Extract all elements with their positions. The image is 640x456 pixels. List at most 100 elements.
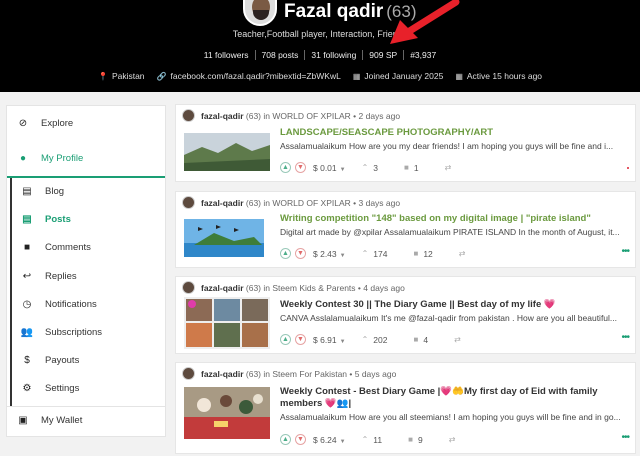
post-footer: ▲ ▼ $ 2.43 ▼ ⌃ 174 ■ 12 ⇄ [280,248,471,259]
rank: #3,937 [410,50,437,60]
comments-count[interactable]: 12 [423,249,432,259]
resteem-icon[interactable]: ⇄ [454,335,461,344]
profile-stats: 11 followers 708 posts 31 following 909 … [0,50,640,60]
more-options-icon[interactable]: ••• [621,246,629,257]
post-thumbnail[interactable] [184,387,270,439]
post-card[interactable]: fazal-qadir (63) in Steem Kids & Parents… [175,276,636,354]
downvote-button[interactable]: ▼ [295,162,306,173]
chevron-down-icon: ▼ [339,252,346,259]
followers-link[interactable]: 11 followers [198,50,256,60]
sidebar-item-settings[interactable]: ⚙ Settings [21,378,179,398]
website-link[interactable]: facebook.com/fazal.qadir?mibextid=ZbWKwL [171,71,341,81]
downvote-button[interactable]: ▼ [295,248,306,259]
votes-count[interactable]: 174 [373,249,387,259]
upvote-button[interactable]: ▲ [280,162,291,173]
sidebar-item-label: Settings [45,382,80,394]
sidebar-item-blog[interactable]: ▤ Blog [21,181,179,201]
post-card[interactable]: fazal-qadir (63) in Steem For Pakistan •… [175,362,636,454]
author-avatar[interactable] [182,367,195,380]
post-title[interactable]: LANDSCAPE/SEASCAPE PHOTOGRAPHY/ART [280,127,630,139]
sidebar-item-notifications[interactable]: ◷ Notifications [21,294,179,314]
post-excerpt[interactable]: CANVA Asslalamualaikum It's me @fazal-qa… [280,313,632,323]
sidebar-item-label: Payouts [45,354,80,366]
reply-icon: ↩ [22,270,32,282]
in-label: in [263,110,271,121]
sidebar-item-my-profile[interactable]: ● My Profile [17,148,175,168]
post-excerpt[interactable]: Digital art made by @xpilar Assalamualai… [280,227,632,237]
downvote-button[interactable]: ▼ [295,434,306,445]
post-title[interactable]: Writing competition "148" based on my di… [280,213,630,225]
payout-value[interactable]: $ 0.01 ▼ [313,163,346,173]
upvote-button[interactable]: ▲ [280,248,291,259]
status-dot [627,167,629,169]
in-label: in [263,197,271,208]
author-name[interactable]: fazal-qadir [201,283,244,293]
post-card[interactable]: fazal-qadir (63) in WORLD OF XPILAR • 2 … [175,104,636,182]
comments-count[interactable]: 4 [423,335,428,345]
more-options-icon[interactable]: ••• [621,432,629,443]
resteem-icon[interactable]: ⇄ [459,249,466,258]
website[interactable]: 🔗 facebook.com/fazal.qadir?mibextid=ZbWK… [157,71,341,81]
author-name[interactable]: fazal-qadir [201,111,244,121]
sidebar-item-subscriptions[interactable]: 👥 Subscriptions [21,322,179,342]
resteem-icon[interactable]: ⇄ [445,163,452,172]
sidebar-item-my-wallet[interactable]: ▣ My Wallet [17,410,175,430]
community-link[interactable]: Steem Kids & Parents [272,283,355,293]
comments-count[interactable]: 9 [418,435,423,445]
post-title[interactable]: Weekly Contest - Best Diary Game |💗🤲My f… [280,386,630,410]
community-link[interactable]: WORLD OF XPILAR [272,111,350,121]
author-rep: (63) [245,197,262,208]
author-avatar[interactable] [182,196,195,209]
active-indicator [7,176,165,178]
payout-value[interactable]: $ 6.91 ▼ [313,335,346,345]
payout-value[interactable]: $ 2.43 ▼ [313,249,346,259]
avatar[interactable] [243,0,277,26]
active-text: Active 15 hours ago [466,71,543,81]
resteem-icon[interactable]: ⇄ [449,435,456,444]
votes-count[interactable]: 11 [373,435,382,445]
following-link[interactable]: 31 following [305,50,364,60]
votes-count[interactable]: 202 [373,335,387,345]
author-name[interactable]: fazal-qadir [201,369,244,379]
more-options-icon[interactable]: ••• [621,332,629,343]
community-link[interactable]: Steem For Pakistan [272,369,347,379]
sidebar-item-label: Notifications [45,298,97,310]
post-thumbnail[interactable] [184,133,270,171]
joined: ▦ Joined January 2025 [353,71,443,81]
user-icon: ● [19,152,27,164]
red-arrow-annotation [390,0,460,44]
upvote-button[interactable]: ▲ [280,434,291,445]
post-card[interactable]: fazal-qadir (63) in WORLD OF XPILAR • 3 … [175,191,636,268]
post-thumbnail[interactable] [184,219,264,257]
downvote-button[interactable]: ▼ [295,334,306,345]
post-time: • 2 days ago [353,110,401,121]
sidebar-item-posts[interactable]: ▤ Posts [21,209,179,229]
community-link[interactable]: WORLD OF XPILAR [272,198,350,208]
votes-count[interactable]: 3 [373,163,378,173]
author-rep: (63) [245,282,262,293]
post-excerpt[interactable]: Assalamualaikum How are you my dear frie… [280,141,632,151]
sidebar-item-payouts[interactable]: $ Payouts [21,350,179,370]
post-excerpt[interactable]: Assalamualaikum How are you all steemian… [280,412,632,422]
last-active: ▦ Active 15 hours ago [455,71,542,81]
post-time: • 4 days ago [357,282,405,293]
payout-value[interactable]: $ 6.24 ▼ [313,435,346,445]
post-footer: ▲ ▼ $ 6.91 ▼ ⌃ 202 ■ 4 ⇄ [280,334,466,345]
location-pin-icon: 📍 [97,71,108,81]
chevron-down-icon: ▼ [339,438,346,445]
post-title[interactable]: Weekly Contest 30 || The Diary Game || B… [280,299,630,311]
author-avatar[interactable] [182,281,195,294]
upvote-button[interactable]: ▲ [280,334,291,345]
sidebar-item-explore[interactable]: ⊘ Explore [17,113,175,133]
author-avatar[interactable] [182,109,195,122]
sidebar-item-comments[interactable]: ■ Comments [21,237,179,257]
comments-count[interactable]: 1 [414,163,419,173]
post-thumbnail[interactable] [184,297,270,349]
profile-header: Fazal qadir (63) Teacher,Football player,… [0,0,640,92]
location: 📍 Pakistan [98,71,145,81]
post-header: fazal-qadir (63) in Steem For Pakistan •… [182,367,396,380]
sidebar-item-replies[interactable]: ↩ Replies [21,266,179,286]
votes-icon: ⌃ [361,163,369,172]
author-name[interactable]: fazal-qadir [201,198,244,208]
steem-power: 909 SP [363,50,405,60]
